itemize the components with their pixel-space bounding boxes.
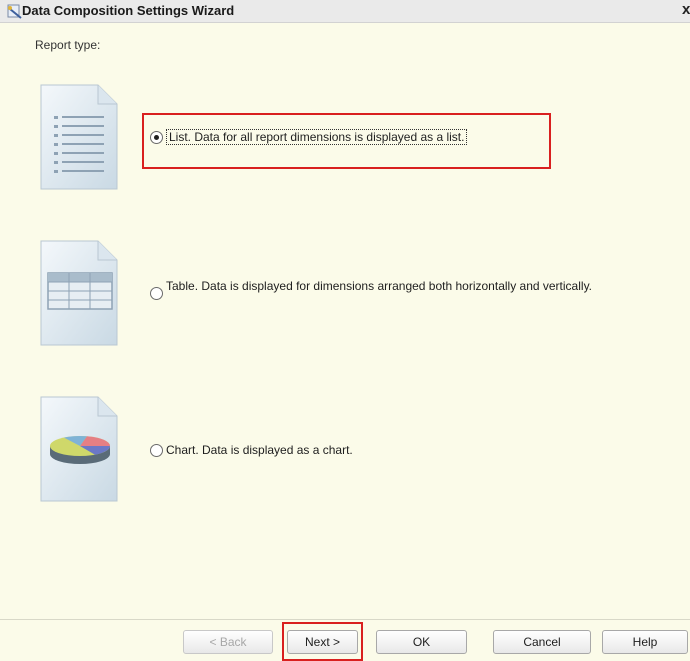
cancel-button[interactable]: Cancel: [493, 630, 591, 654]
help-button[interactable]: Help: [602, 630, 688, 654]
wizard-app-icon: [7, 4, 22, 19]
report-type-label: Report type:: [35, 38, 101, 52]
chart-option-label[interactable]: Chart. Data is displayed as a chart.: [166, 443, 353, 457]
chart-document-icon: [40, 396, 118, 502]
title-bar: Data Composition Settings Wizard x: [0, 0, 690, 23]
table-document-icon: [40, 240, 118, 346]
window-title: Data Composition Settings Wizard: [22, 3, 235, 18]
back-button[interactable]: < Back: [183, 630, 273, 654]
footer-separator: [0, 619, 690, 620]
next-button-highlight: [282, 622, 363, 661]
ok-button[interactable]: OK: [376, 630, 467, 654]
chart-radio[interactable]: [150, 444, 163, 457]
table-option-label[interactable]: Table. Data is displayed for dimensions …: [166, 279, 592, 293]
list-option-highlight: [142, 113, 551, 169]
table-radio[interactable]: [150, 287, 163, 300]
wizard-window: Data Composition Settings Wizard x Repor…: [0, 0, 690, 661]
option-chart[interactable]: Chart. Data is displayed as a chart.: [150, 443, 353, 457]
option-table[interactable]: Table. Data is displayed for dimensions …: [150, 279, 650, 300]
close-icon[interactable]: x: [682, 1, 690, 18]
list-document-icon: [40, 84, 118, 190]
